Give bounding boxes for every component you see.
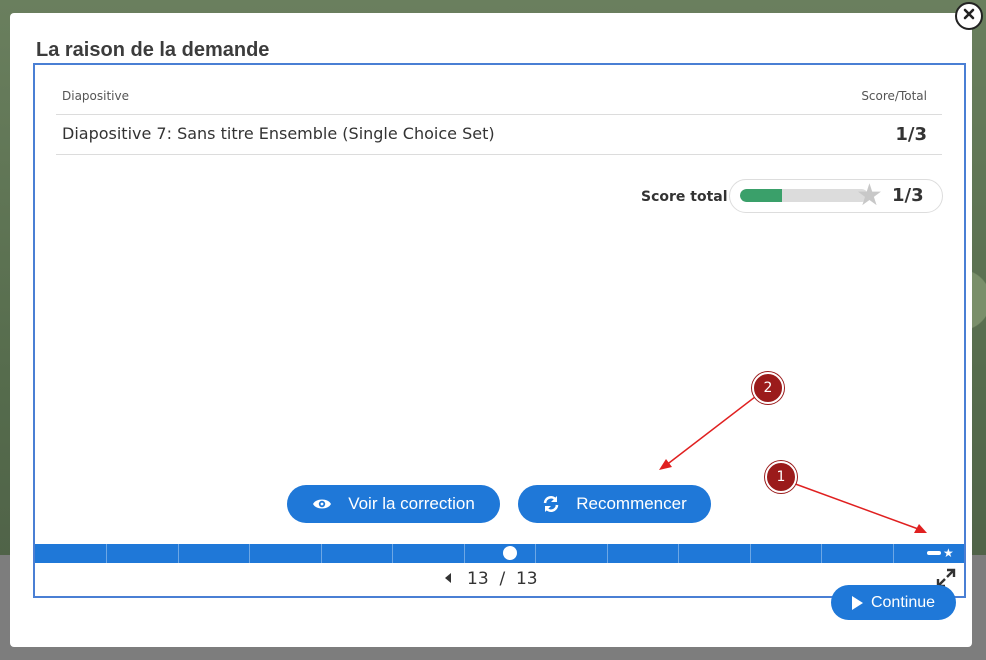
summary-slide-marker[interactable]: ★: [927, 547, 954, 559]
content-frame: Diapositive Score/Total Diapositive 7: S…: [33, 63, 966, 598]
caret-left-icon[interactable]: [445, 573, 451, 583]
dialog-title: La raison de la demande: [36, 39, 270, 61]
slide-progress-bar[interactable]: ★: [35, 544, 964, 563]
slide-tick[interactable]: [106, 544, 107, 563]
continue-label: Continue: [870, 593, 936, 611]
column-header-score: Score/Total: [861, 89, 927, 103]
current-slide-marker[interactable]: [503, 546, 517, 560]
navigation-bar: 13 / 13: [35, 563, 964, 596]
column-header-slide: Diapositive: [62, 89, 129, 103]
divider: [56, 114, 942, 115]
row-slide-title: Diapositive 7: Sans titre Ensemble (Sing…: [62, 124, 495, 143]
score-total-label: Score total: [641, 189, 728, 205]
slide-tick[interactable]: [392, 544, 393, 563]
annotation-callout-1: 1: [765, 461, 797, 493]
eye-icon: [312, 497, 332, 511]
star-icon: ★: [943, 546, 954, 560]
slide-tick[interactable]: [249, 544, 250, 563]
show-solution-button[interactable]: Voir la correction: [287, 485, 500, 523]
score-progress-fill: [740, 189, 783, 202]
slide-tick[interactable]: [607, 544, 608, 563]
slide-tick[interactable]: [535, 544, 536, 563]
dialog: La raison de la demande Diapositive Scor…: [10, 13, 972, 647]
close-button[interactable]: [955, 2, 983, 30]
divider: [56, 154, 942, 155]
slide-tick[interactable]: [821, 544, 822, 563]
retry-label: Recommencer: [576, 494, 687, 513]
star-icon: ★: [856, 179, 883, 212]
retry-button[interactable]: Recommencer: [518, 485, 711, 523]
show-solution-label: Voir la correction: [348, 494, 475, 513]
slide-tick[interactable]: [178, 544, 179, 563]
slide-tick[interactable]: [678, 544, 679, 563]
refresh-icon: [542, 495, 560, 513]
score-progress-bar: [740, 189, 868, 202]
slide-tick[interactable]: [893, 544, 894, 563]
score-total-widget: ★ 1/3: [729, 179, 943, 213]
score-total-value: 1/3: [892, 185, 924, 206]
slide-tick[interactable]: [464, 544, 465, 563]
continue-button[interactable]: Continue: [831, 585, 956, 620]
annotation-callout-2: 2: [752, 372, 784, 404]
row-score: 1/3: [895, 124, 927, 145]
slide-tick[interactable]: [321, 544, 322, 563]
slide-tick[interactable]: [750, 544, 751, 563]
page-counter: 13 / 13: [467, 569, 538, 589]
close-icon: [963, 7, 975, 25]
play-icon: [851, 595, 863, 610]
